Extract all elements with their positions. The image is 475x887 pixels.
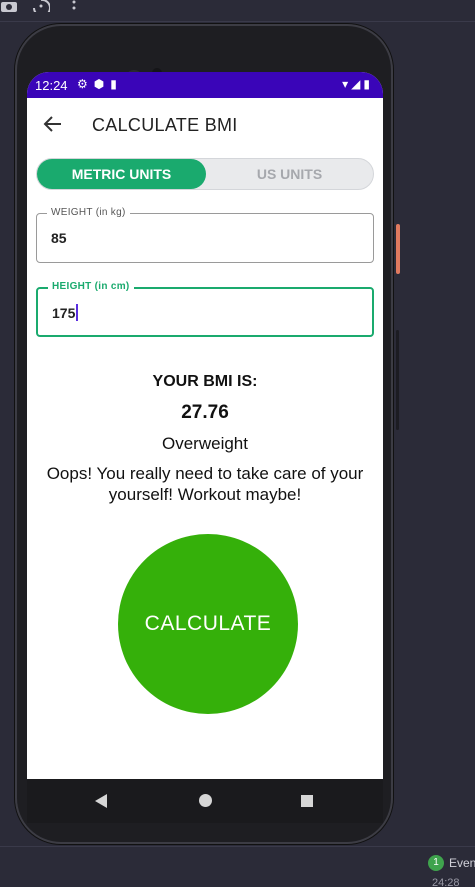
- wifi-icon: ▾: [342, 77, 352, 91]
- more-vert-icon[interactable]: [71, 0, 77, 14]
- nav-home-icon[interactable]: [199, 794, 212, 807]
- status-right-icons: ▾◢▮: [342, 77, 373, 91]
- height-field-value: 175: [52, 305, 76, 321]
- event-log-label[interactable]: Even: [449, 856, 475, 870]
- bmi-heading: YOUR BMI IS:: [152, 373, 258, 390]
- text-caret: [76, 304, 79, 321]
- units-toggle: METRIC UNITS US UNITS: [36, 158, 374, 190]
- height-field-label: HEIGHT (in cm): [48, 281, 134, 292]
- status-left-icons: ⚙⬢▮: [77, 77, 123, 91]
- battery-icon: ▮: [363, 77, 373, 91]
- nav-recents-icon[interactable]: [301, 795, 313, 807]
- app-bar: CALCULATE BMI: [27, 98, 383, 152]
- ide-status-bar: [0, 846, 475, 887]
- sd-card-icon: ▮: [110, 77, 123, 91]
- page-title: CALCULATE BMI: [92, 115, 238, 135]
- app-screen: 12:24 ⚙⬢▮ ▾◢▮ CALCULATE BMI METRIC UNITS…: [27, 72, 383, 779]
- arrow-back-icon[interactable]: [41, 112, 65, 136]
- history-icon[interactable]: [32, 0, 51, 17]
- weight-field-value: 85: [51, 230, 67, 246]
- height-field-value-wrap: 175: [52, 304, 79, 321]
- weight-field-label: WEIGHT (in kg): [47, 207, 130, 218]
- nav-back-icon[interactable]: [95, 794, 107, 808]
- metric-units-option[interactable]: METRIC UNITS: [37, 159, 206, 189]
- bmi-value: 27.76: [181, 402, 229, 423]
- us-units-option[interactable]: US UNITS: [205, 159, 374, 189]
- status-time: 12:24: [35, 78, 68, 93]
- ide-editor-area: [393, 22, 475, 846]
- nav-bar: [27, 779, 383, 823]
- phone-volume-button: [396, 224, 400, 274]
- camera-icon[interactable]: [0, 0, 18, 14]
- phone-power-button: [396, 330, 399, 430]
- bmi-description: Oops! You really need to take care of yo…: [46, 464, 364, 504]
- shield-icon: ⬢: [93, 77, 111, 91]
- calculate-button[interactable]: CALCULATE: [118, 534, 298, 714]
- signal-icon: ◢: [351, 77, 364, 91]
- height-field[interactable]: HEIGHT (in cm) 175: [36, 281, 374, 337]
- ide-toolbar: [0, 0, 475, 22]
- status-bar: 12:24 ⚙⬢▮ ▾◢▮: [27, 72, 383, 98]
- weight-field[interactable]: WEIGHT (in kg) 85: [36, 207, 374, 263]
- event-time: 24:28: [432, 877, 460, 887]
- event-count-badge[interactable]: 1: [428, 855, 444, 871]
- settings-icon: ⚙: [77, 77, 94, 91]
- bmi-category: Overweight: [162, 434, 248, 453]
